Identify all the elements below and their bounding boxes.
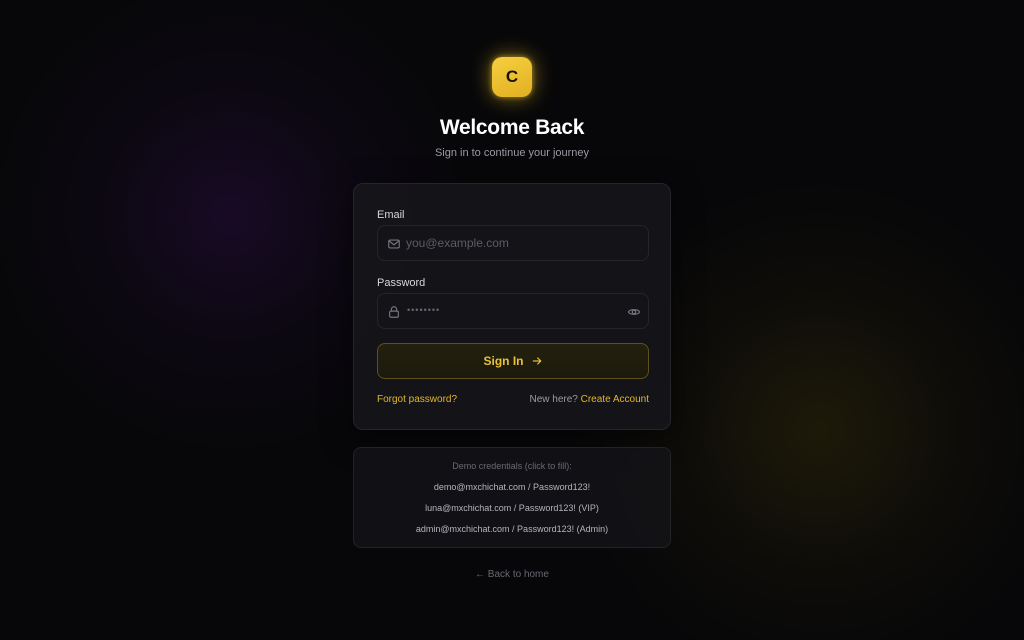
signup-prompt: New here? Create Account (529, 394, 649, 405)
password-input[interactable]: •••••••• (407, 305, 440, 315)
sign-in-label: Sign In (483, 354, 524, 368)
lock-icon (389, 306, 399, 318)
demo-credential-item[interactable]: luna@mxchichat.com / Password123! (VIP) (354, 503, 670, 513)
demo-credential-item[interactable]: demo@mxchichat.com / Password123! (354, 482, 670, 492)
forgot-password-link[interactable]: Forgot password? (377, 394, 457, 405)
arrow-right-icon (532, 357, 542, 365)
create-account-link[interactable]: Create Account (581, 394, 649, 405)
page-title: Welcome Back (439, 116, 585, 139)
logo-letter: C (505, 67, 519, 86)
sign-in-button[interactable]: Sign In (377, 343, 649, 379)
password-label: Password (377, 277, 426, 289)
new-here-text: New here? (529, 394, 578, 405)
eye-icon[interactable] (627, 305, 641, 319)
email-label: Email (377, 209, 405, 221)
email-field[interactable] (377, 225, 649, 261)
demo-credential-item[interactable]: admin@mxchichat.com / Password123! (Admi… (354, 524, 670, 534)
back-to-home-link[interactable]: ← Back to home (0, 569, 1024, 580)
page-subtitle: Sign in to continue your journey (434, 147, 590, 159)
demo-credentials-panel: Demo credentials (click to fill): demo@m… (353, 447, 671, 548)
mail-icon (388, 239, 400, 249)
email-input[interactable] (406, 226, 616, 260)
password-field[interactable]: •••••••• (377, 293, 649, 329)
app-logo: C (492, 57, 532, 97)
login-card: Email Password •••••••• Sign In Forgot p… (353, 183, 671, 430)
demo-credentials-title: Demo credentials (click to fill): (452, 461, 572, 471)
auth-links: Forgot password? New here? Create Accoun… (377, 394, 649, 408)
